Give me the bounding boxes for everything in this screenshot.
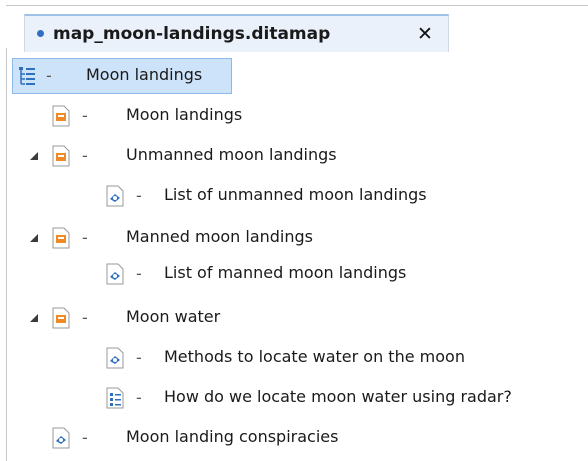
panel-left-border bbox=[6, 48, 7, 461]
tree-item-label: List of manned moon landings bbox=[164, 263, 407, 282]
topic-icon bbox=[52, 145, 70, 167]
tree-item-label: How do we locate moon water using radar? bbox=[164, 387, 512, 406]
tree-item-label: Methods to locate water on the moon bbox=[164, 347, 465, 366]
collapse-toggle-icon[interactable] bbox=[30, 314, 38, 322]
tree-item-label: Unmanned moon landings bbox=[126, 145, 337, 164]
tree-item-label: Moon landings bbox=[126, 105, 243, 124]
reference-icon bbox=[52, 427, 70, 449]
tree-item-label: Moon water bbox=[126, 307, 221, 326]
task-icon bbox=[106, 387, 124, 409]
tree-separator: - bbox=[82, 106, 88, 125]
tree-item-unmanned-moon-landings[interactable]: - Unmanned moon landings bbox=[18, 138, 378, 174]
tree-item-label: Manned moon landings bbox=[126, 227, 313, 246]
tree-separator: - bbox=[136, 264, 142, 283]
tree-separator: - bbox=[46, 66, 52, 85]
tree-item-label: List of unmanned moon landings bbox=[164, 185, 427, 204]
tree-separator: - bbox=[82, 428, 88, 447]
reference-icon bbox=[106, 263, 124, 285]
map-icon bbox=[19, 67, 35, 85]
tab-title: map_moon-landings.ditamap bbox=[53, 24, 331, 44]
topic-icon bbox=[52, 227, 70, 249]
modified-indicator-icon bbox=[37, 30, 44, 37]
close-tab-button[interactable]: ✕ bbox=[412, 22, 438, 46]
tree-item-list-manned[interactable]: - List of manned moon landings bbox=[98, 256, 498, 292]
tree-item-conspiracies[interactable]: - Moon landing conspiracies bbox=[40, 420, 400, 456]
tree-root-row[interactable]: - Moon landings bbox=[12, 58, 232, 94]
tree-separator: - bbox=[136, 348, 142, 367]
collapse-toggle-icon[interactable] bbox=[30, 152, 38, 160]
reference-icon bbox=[106, 185, 124, 207]
tree-separator: - bbox=[136, 186, 142, 205]
editor-tab[interactable]: map_moon-landings.ditamap ✕ bbox=[24, 14, 449, 52]
tree-item-label: Moon landing conspiracies bbox=[126, 427, 339, 446]
tree-root-label: Moon landings bbox=[86, 65, 203, 84]
tree-separator: - bbox=[82, 146, 88, 165]
panel-top-border bbox=[6, 5, 588, 6]
map-editor-panel: map_moon-landings.ditamap ✕ - Moon landi… bbox=[0, 0, 588, 461]
tree-item-list-unmanned[interactable]: - List of unmanned moon landings bbox=[98, 178, 498, 214]
tree-item-radar-task[interactable]: - How do we locate moon water using rada… bbox=[98, 380, 583, 416]
topic-icon bbox=[52, 105, 70, 127]
tree-item-moon-landings[interactable]: - Moon landings bbox=[40, 98, 320, 134]
tree-item-moon-water[interactable]: - Moon water bbox=[18, 300, 378, 336]
reference-icon bbox=[106, 347, 124, 369]
tree-item-methods-locate-water[interactable]: - Methods to locate water on the moon bbox=[98, 340, 538, 376]
topic-icon bbox=[52, 307, 70, 329]
collapse-toggle-icon[interactable] bbox=[30, 234, 38, 242]
tree-separator: - bbox=[82, 228, 88, 247]
tree-separator: - bbox=[82, 308, 88, 327]
tree-item-manned-moon-landings[interactable]: - Manned moon landings bbox=[18, 220, 378, 256]
tree-separator: - bbox=[136, 388, 142, 407]
